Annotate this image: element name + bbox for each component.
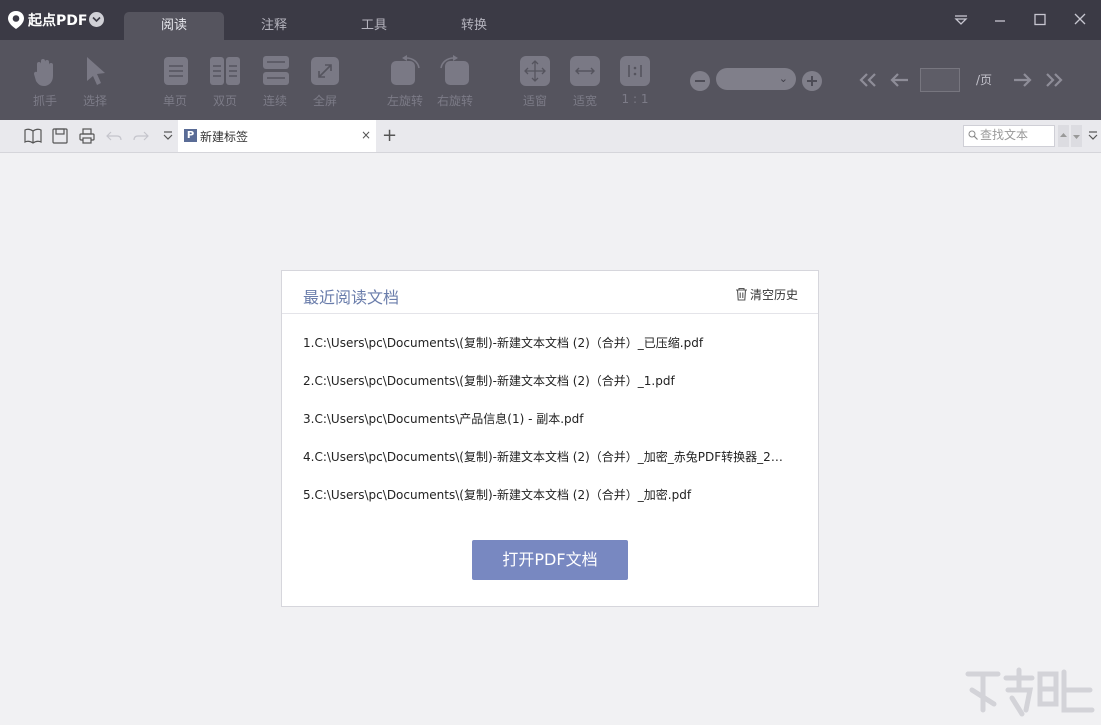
- continuous-button[interactable]: 连续: [250, 54, 300, 114]
- app-name: 起点PDF: [28, 13, 88, 29]
- zoom-out-button[interactable]: [690, 71, 710, 91]
- prev-page-icon[interactable]: [888, 70, 912, 90]
- first-page-icon[interactable]: [856, 70, 880, 90]
- rotate-left-icon: [391, 55, 420, 85]
- fit-window-icon: [520, 56, 550, 86]
- caret-up-icon: [1060, 133, 1067, 137]
- hand-tool-button[interactable]: 抓手: [20, 54, 70, 114]
- rotate-left-button[interactable]: 左旋转: [380, 54, 430, 114]
- rotate-right-button[interactable]: 右旋转: [430, 54, 480, 114]
- cursor-icon: [87, 57, 105, 85]
- clear-history-label: 清空历史: [749, 288, 798, 302]
- tool-label: 选择: [82, 94, 107, 108]
- search-next-button[interactable]: [1071, 125, 1082, 147]
- tool-label: 右旋转: [436, 94, 473, 108]
- tool-label: 双页: [212, 94, 237, 108]
- page-suffix: /页: [976, 73, 993, 87]
- next-page-icon[interactable]: [1010, 70, 1034, 90]
- close-icon[interactable]: [1070, 11, 1090, 29]
- hand-icon: [33, 59, 53, 86]
- redo-icon[interactable]: [132, 127, 150, 145]
- tool-label: 适窗: [522, 94, 547, 108]
- fit-width-icon: [570, 56, 600, 86]
- rotate-right-icon: [440, 55, 469, 85]
- recent-file-item[interactable]: 5.C:\Users\pc\Documents\(复制)-新建文本文档 (2)（…: [303, 486, 783, 503]
- search-input[interactable]: [980, 127, 1052, 143]
- single-page-button[interactable]: 单页: [150, 54, 200, 114]
- app-menu-chevron-icon[interactable]: [89, 12, 104, 27]
- recent-documents-panel: 最近阅读文档 清空历史 1.C:\Users\pc\Documents\(复制)…: [281, 270, 819, 607]
- tab-convert[interactable]: 转换: [424, 12, 524, 40]
- recent-file-item[interactable]: 3.C:\Users\pc\Documents\产品信息(1) - 副本.pdf: [303, 410, 783, 427]
- fullscreen-icon: [311, 57, 339, 85]
- tool-label: 1 : 1: [621, 92, 649, 106]
- zoom-select[interactable]: ⌄: [716, 68, 796, 90]
- recent-file-item[interactable]: 2.C:\Users\pc\Documents\(复制)-新建文本文档 (2)（…: [303, 372, 783, 389]
- save-icon[interactable]: [51, 127, 69, 145]
- trash-icon: [735, 287, 747, 301]
- tab-tools[interactable]: 工具: [324, 12, 424, 40]
- page-number-input[interactable]: [920, 68, 960, 92]
- toolbar: 抓手 选择 单页 双页 连续 全屏 左旋转 右旋转 适窗 适宽 1: 1 ⌄ …: [0, 40, 1101, 120]
- tool-label: 全屏: [312, 94, 337, 108]
- tool-label: 左旋转: [386, 94, 423, 108]
- open-pdf-button[interactable]: 打开PDF文档: [472, 540, 628, 580]
- recent-header: 最近阅读文档 清空历史: [282, 271, 818, 314]
- watermark-logo: [965, 667, 1095, 717]
- select-tool-button[interactable]: 选择: [70, 54, 120, 114]
- add-tab-button[interactable]: +: [382, 125, 397, 146]
- fit-window-button[interactable]: 适窗: [510, 54, 560, 114]
- tool-label: 抓手: [32, 94, 57, 108]
- clear-history-button[interactable]: 清空历史: [735, 286, 798, 303]
- tool-label: 单页: [162, 94, 187, 108]
- caret-down-icon: [1073, 135, 1080, 139]
- recent-file-item[interactable]: 4.C:\Users\pc\Documents\(复制)-新建文本文档 (2)（…: [303, 448, 783, 465]
- chevron-down-icon: ⌄: [778, 72, 788, 85]
- fit-width-button[interactable]: 适宽: [560, 54, 610, 114]
- tabbar-menu-icon[interactable]: [1086, 127, 1100, 145]
- search-field: [963, 125, 1055, 147]
- recent-title: 最近阅读文档: [303, 288, 400, 307]
- quick-access-dropdown-icon[interactable]: [159, 127, 177, 145]
- double-page-button[interactable]: 双页: [200, 54, 250, 114]
- app-logo-icon: [8, 11, 24, 29]
- tab-close-button[interactable]: ×: [361, 128, 371, 142]
- tool-label: 适宽: [572, 94, 597, 108]
- actual-size-icon: [620, 56, 650, 86]
- dropdown-menu-icon[interactable]: [951, 11, 971, 29]
- tab-annotate[interactable]: 注释: [224, 12, 324, 40]
- last-page-icon[interactable]: [1042, 70, 1066, 90]
- tab-new-document[interactable]: P 新建标签 ×: [178, 120, 376, 152]
- double-page-icon: [210, 57, 240, 85]
- maximize-icon[interactable]: [1030, 11, 1050, 29]
- fullscreen-button[interactable]: 全屏: [300, 54, 350, 114]
- minimize-icon[interactable]: [990, 11, 1010, 29]
- title-bar: 起点PDF 阅读 注释 工具 转换: [0, 0, 1101, 40]
- tool-label: 连续: [262, 94, 287, 108]
- search-prev-button[interactable]: [1058, 125, 1069, 147]
- actual-size-button[interactable]: 1 : 1: [610, 54, 660, 114]
- pdf-file-icon: P: [184, 129, 197, 142]
- recent-file-item[interactable]: 1.C:\Users\pc\Documents\(复制)-新建文本文档 (2)（…: [303, 334, 783, 351]
- single-page-icon: [164, 57, 188, 85]
- tab-read[interactable]: 阅读: [124, 12, 224, 40]
- open-book-icon[interactable]: [24, 127, 42, 145]
- undo-icon[interactable]: [105, 127, 123, 145]
- continuous-icon: [263, 56, 289, 85]
- document-tab-bar: P 新建标签 × +: [0, 120, 1101, 153]
- tab-label: 新建标签: [200, 130, 249, 144]
- search-icon: [968, 130, 978, 140]
- zoom-in-button[interactable]: [802, 71, 822, 91]
- print-icon[interactable]: [78, 127, 96, 145]
